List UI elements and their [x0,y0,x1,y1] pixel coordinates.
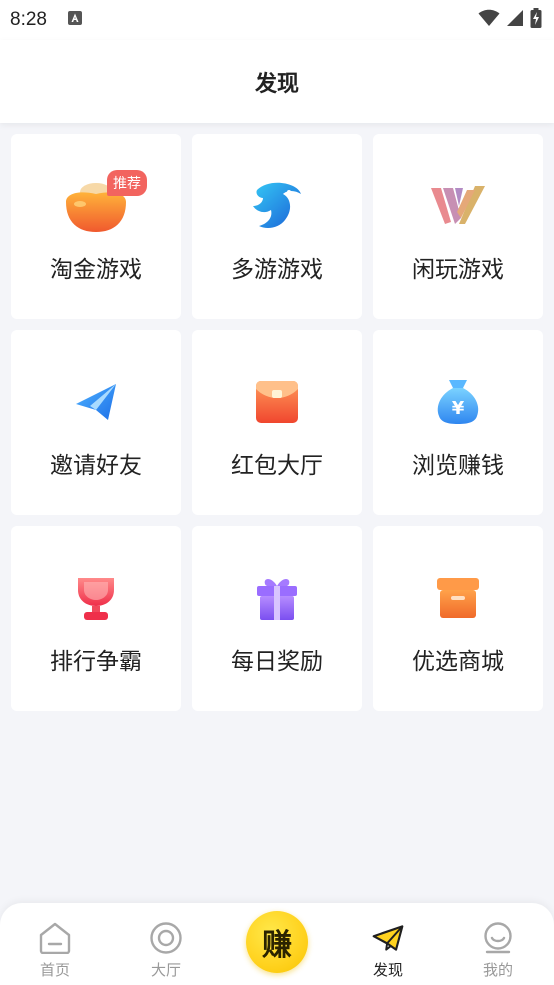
grid-item-red-envelope-hall[interactable]: 红包大厅 [192,330,362,515]
tab-label: 我的 [482,961,513,979]
status-left: 8:28 [10,9,83,31]
tab-mine[interactable]: 我的 [443,903,553,985]
grid-item-taojin-games[interactable]: 推荐 淘金游戏 [11,134,181,319]
battery-charging-icon [530,8,542,32]
recommend-badge: 推荐 [107,170,147,196]
header: 发现 [0,40,554,123]
grid-item-label: 红包大厅 [231,453,323,479]
a-notification-icon [67,10,83,30]
status-time: 8:28 [10,9,47,30]
grid-item-duoyou-games[interactable]: 多游游戏 [192,134,362,319]
earn-button[interactable]: 赚 [246,911,308,973]
tab-label: 首页 [39,961,70,979]
trophy-icon [64,566,128,630]
signal-icon [506,9,524,31]
storage-box-icon [426,566,490,630]
tab-label: 发现 [372,961,403,979]
grid-item-xianwan-games[interactable]: 闲玩游戏 [373,134,543,319]
grid-item-preferred-mall[interactable]: 优选商城 [373,526,543,711]
grid-item-label: 闲玩游戏 [412,257,504,283]
status-right [478,8,542,32]
wifi-icon [478,9,500,31]
grid-item-invite-friends[interactable]: 邀请好友 [11,330,181,515]
grid-item-label: 邀请好友 [50,453,142,479]
grid-item-daily-reward[interactable]: 每日奖励 [192,526,362,711]
page-title: 发现 [254,71,299,97]
tab-label: 大厅 [150,961,181,979]
tab-hall[interactable]: 大厅 [111,903,221,985]
profile-smile-icon [481,921,515,955]
grid-item-ranking[interactable]: 排行争霸 [11,526,181,711]
money-bag-icon: ¥ [426,370,490,434]
tab-discover[interactable]: 发现 [333,903,443,985]
grid-item-label: 多游游戏 [231,257,323,283]
status-bar: 8:28 [0,0,554,40]
paper-plane-icon [371,921,405,955]
gift-icon [245,566,309,630]
tab-home[interactable]: 首页 [0,903,110,985]
grid-item-label: 排行争霸 [50,649,142,675]
svg-text:¥: ¥ [452,398,465,419]
grid-item-label: 每日奖励 [231,649,323,675]
grid-item-label: 浏览赚钱 [412,453,504,479]
grid-item-browse-earn[interactable]: ¥ 浏览赚钱 [373,330,543,515]
hall-circle-icon [149,921,183,955]
dolphin-icon [245,174,309,238]
grid-item-label: 淘金游戏 [50,257,142,283]
red-envelope-icon [245,370,309,434]
feature-grid: 推荐 淘金游戏 多游游戏 闲玩游戏 邀请好友 红包大厅 ¥ 浏览赚钱 排行争霸 … [11,134,543,711]
grid-item-label: 优选商城 [412,649,504,675]
home-icon [38,921,72,955]
xianwan-logo-icon [426,174,490,238]
paper-plane-icon [64,370,128,434]
